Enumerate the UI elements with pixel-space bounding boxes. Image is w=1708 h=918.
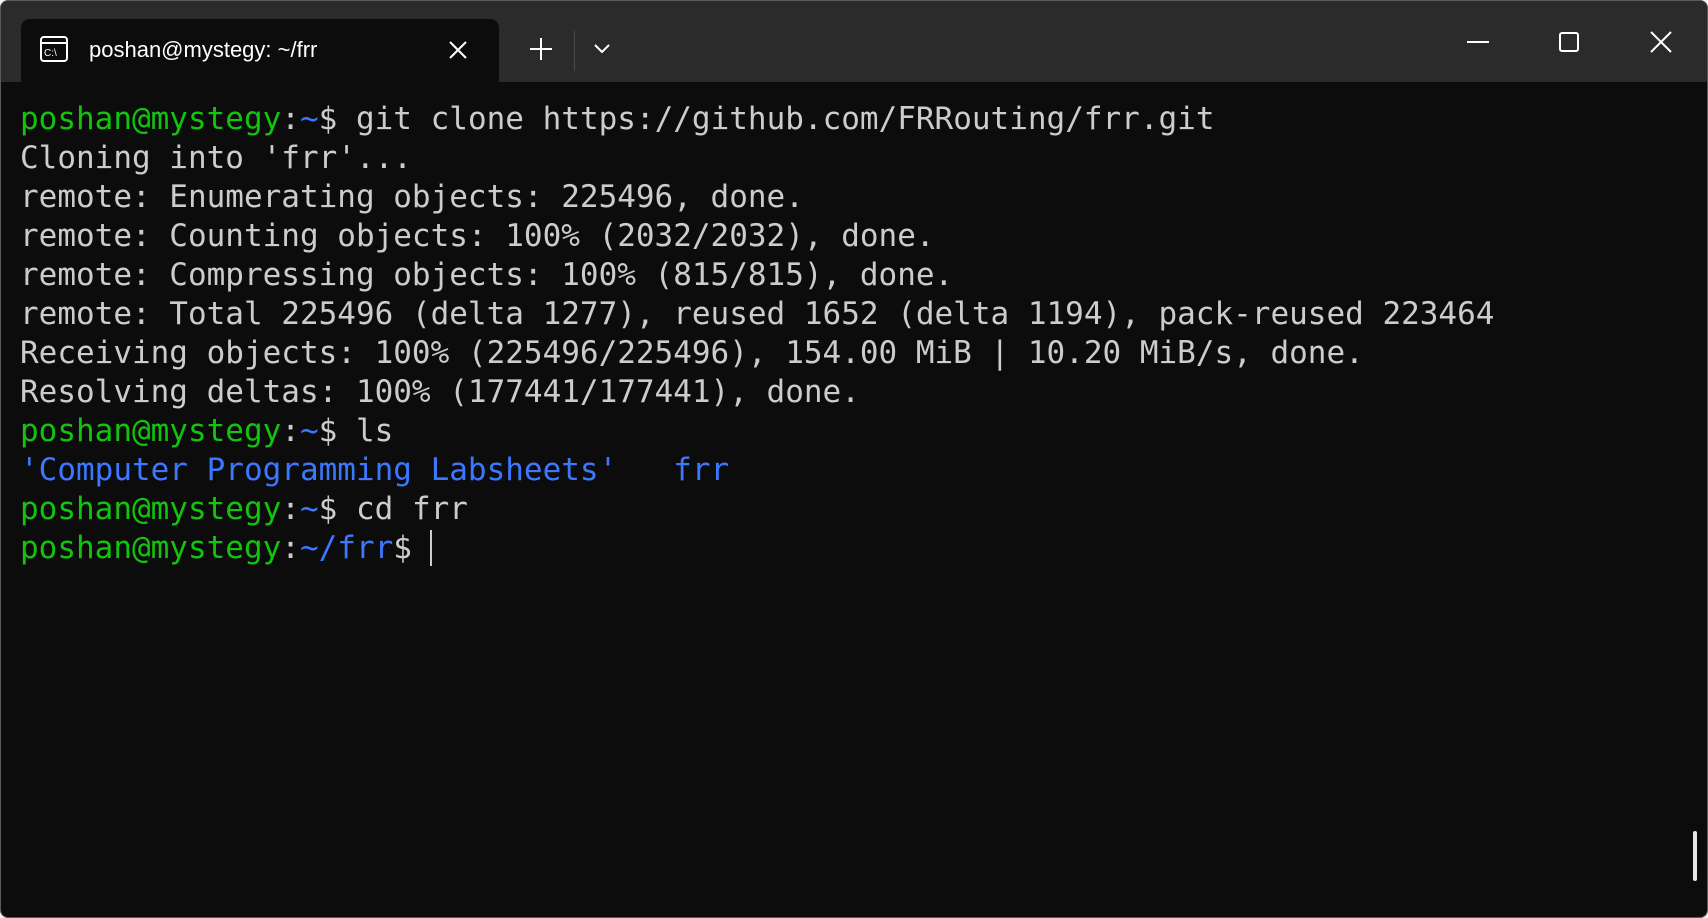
prompt-dollar: $ <box>393 530 412 566</box>
terminal-window: C:\ poshan@mystegy: ~/frr poshan@mystegy… <box>0 0 1708 918</box>
prompt-separator: : <box>281 491 300 527</box>
terminal-line: poshan@mystegy:~$ git clone https://gith… <box>20 100 1680 139</box>
close-tab-button[interactable] <box>441 33 475 67</box>
terminal-line: Cloning into 'frr'... <box>20 140 412 176</box>
prompt-separator: : <box>281 101 300 137</box>
text-cursor <box>429 530 432 566</box>
terminal-line: Receiving objects: 100% (225496/225496),… <box>20 335 1364 371</box>
terminal-line: poshan@mystegy:~/frr$ <box>20 529 1680 568</box>
prompt-path: ~ <box>299 491 319 527</box>
new-tab-button[interactable] <box>523 31 559 67</box>
prompt-user: poshan@mystegy <box>20 491 282 527</box>
directory-entry: 'Computer Programming Labsheets' <box>20 452 618 488</box>
chevron-down-icon <box>594 44 610 54</box>
close-icon <box>449 41 467 59</box>
terminal-output[interactable]: poshan@mystegy:~$ git clone https://gith… <box>20 100 1680 568</box>
title-bar[interactable]: C:\ poshan@mystegy: ~/frr <box>1 1 1707 82</box>
profile-dropdown-button[interactable] <box>584 31 620 67</box>
prompt-separator: : <box>281 530 300 566</box>
close-icon <box>1650 31 1672 53</box>
terminal-line: poshan@mystegy:~$ ls <box>20 412 1680 451</box>
terminal-line: remote: Counting objects: 100% (2032/203… <box>20 218 935 254</box>
terminal-line: remote: Compressing objects: 100% (815/8… <box>20 257 954 293</box>
scrollbar-thumb[interactable] <box>1693 831 1697 881</box>
prompt-separator: : <box>281 413 300 449</box>
prompt-dollar: $ <box>318 413 338 449</box>
command-text: ls <box>337 413 394 449</box>
minimize-icon <box>1467 41 1489 43</box>
terminal-line: 'Computer Programming Labsheets' frr <box>20 451 1680 490</box>
directory-entry: frr <box>673 452 730 488</box>
svg-text:C:\: C:\ <box>44 48 57 59</box>
command-text: git clone https://github.com/FRRouting/f… <box>337 101 1215 137</box>
prompt-path: ~/frr <box>299 530 394 566</box>
prompt-dollar: $ <box>318 491 338 527</box>
prompt-user: poshan@mystegy <box>20 101 282 137</box>
command-text: cd frr <box>337 491 468 527</box>
maximize-icon <box>1559 32 1579 52</box>
terminal-line: Resolving deltas: 100% (177441/177441), … <box>20 374 860 410</box>
tab-separator <box>574 31 575 71</box>
tab-terminal[interactable]: C:\ poshan@mystegy: ~/frr <box>21 19 499 82</box>
plus-icon <box>530 38 552 60</box>
prompt-user: poshan@mystegy <box>20 530 282 566</box>
close-window-button[interactable] <box>1631 17 1691 67</box>
terminal-line: poshan@mystegy:~$ cd frr <box>20 490 1680 529</box>
maximize-button[interactable] <box>1539 17 1599 67</box>
terminal-line: remote: Total 225496 (delta 1277), reuse… <box>20 296 1495 332</box>
prompt-user: poshan@mystegy <box>20 413 282 449</box>
prompt-path: ~ <box>299 101 319 137</box>
minimize-button[interactable] <box>1448 17 1508 67</box>
terminal-icon: C:\ <box>40 36 68 62</box>
prompt-dollar: $ <box>318 101 338 137</box>
terminal-line: remote: Enumerating objects: 225496, don… <box>20 179 804 215</box>
tab-title: poshan@mystegy: ~/frr <box>89 37 318 62</box>
prompt-path: ~ <box>299 413 319 449</box>
